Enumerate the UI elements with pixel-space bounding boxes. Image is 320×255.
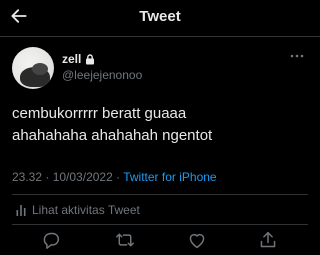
meta-separator: · [42,170,53,184]
tweet-text: cembukorrrrr beratt guaaa ahahahaha ahah… [12,103,312,147]
tweet-source-link[interactable]: Twitter for iPhone [123,170,216,184]
author-name-row[interactable]: zell [62,52,95,66]
tweet-text-line: ahahahaha ahahahah ngentot [12,127,213,144]
share-icon[interactable] [258,231,278,249]
author-display-name[interactable]: zell [62,52,81,66]
like-icon[interactable] [187,231,207,249]
top-bar: Tweet [0,0,320,34]
activity-label: Lihat aktivitas Tweet [32,203,140,217]
tweet-time[interactable]: 23.32 [12,170,42,184]
reply-icon[interactable] [41,231,61,249]
avatar[interactable] [12,47,54,89]
bars-icon [16,205,26,216]
lock-icon [86,53,95,64]
meta-separator: · [112,170,124,184]
retweet-icon[interactable] [115,231,135,249]
tweet-text-line: cembukorrrrr beratt guaaa [12,105,187,122]
tweet-meta: 23.32 · 10/03/2022 · Twitter for iPhone [12,170,217,184]
divider [12,224,308,225]
more-icon[interactable] [288,50,306,62]
page-title: Tweet [139,8,181,25]
view-tweet-activity-link[interactable]: Lihat aktivitas Tweet [16,203,140,217]
divider [12,194,308,195]
author-handle[interactable]: @leejejenonoo [62,68,142,82]
divider [0,36,320,37]
tweet-date[interactable]: 10/03/2022 [53,170,113,184]
